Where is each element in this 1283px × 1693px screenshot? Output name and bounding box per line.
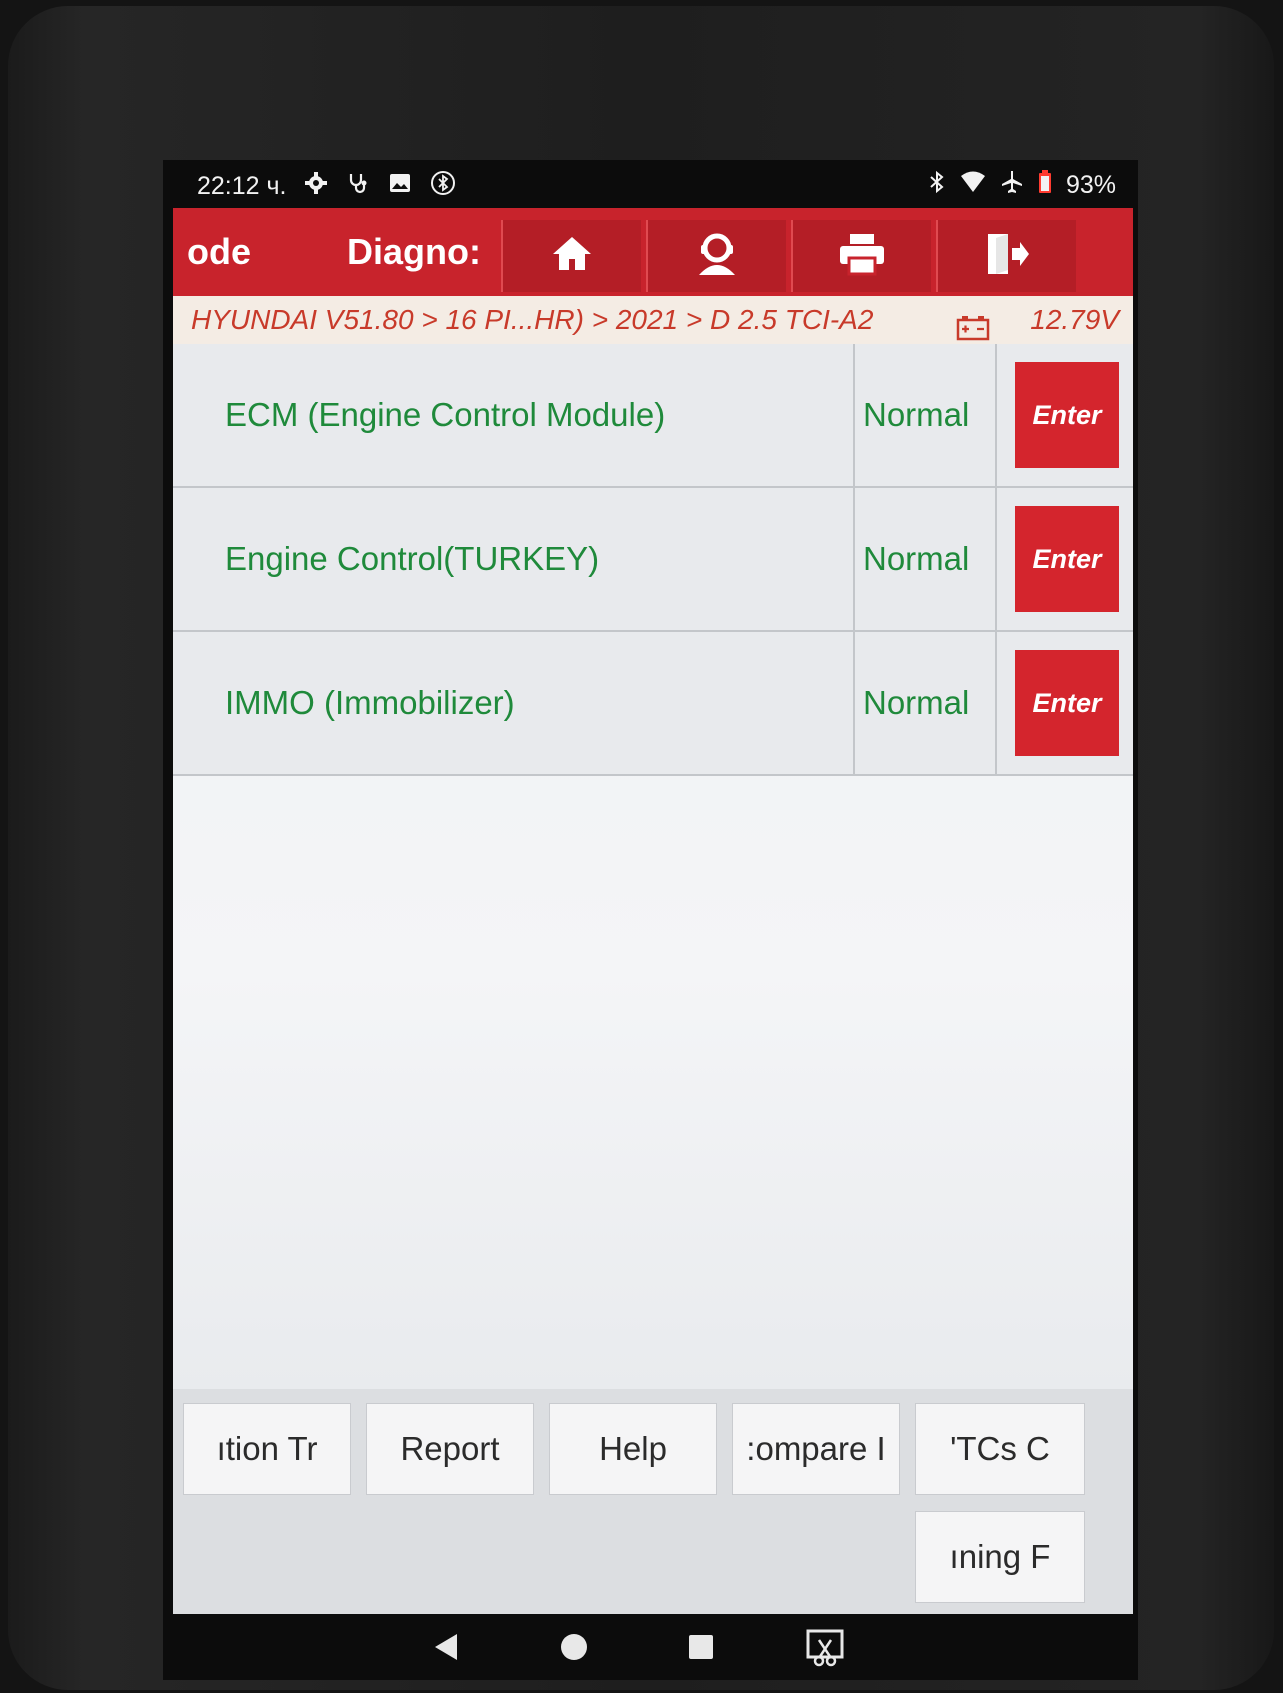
system-status: Normal	[863, 540, 970, 577]
bluetooth-icon	[928, 170, 946, 201]
tablet-screen: 22:12 ч. 93% ode Diagno: HYUNDAI V51.80 …	[163, 160, 1138, 1680]
column-divider	[853, 344, 855, 486]
tab-diagnose[interactable]: Diagno:	[347, 208, 497, 296]
system-list: ECM (Engine Control Module) Normal Enter…	[173, 344, 1133, 1389]
function-button-information[interactable]: ıtion Tr	[183, 1403, 351, 1495]
column-divider	[995, 488, 997, 630]
enter-button[interactable]: Enter	[1015, 362, 1119, 468]
airplane-icon	[1000, 170, 1024, 201]
support-button[interactable]	[646, 220, 786, 292]
breadcrumb-path: HYUNDAI V51.80 > 16 PI...HR) > 2021 > D …	[191, 304, 874, 335]
wifi-icon	[960, 171, 986, 200]
status-time: 22:12 ч.	[197, 172, 287, 200]
system-row: IMMO (Immobilizer) Normal Enter	[173, 632, 1133, 776]
stethoscope-icon	[346, 171, 370, 202]
exit-button[interactable]	[936, 220, 1076, 292]
battery-voltage: 12.79V	[1030, 304, 1119, 335]
home-icon	[550, 232, 594, 281]
system-name: ECM (Engine Control Module)	[225, 396, 666, 433]
screenshot-icon[interactable]	[805, 1628, 845, 1673]
tab-code[interactable]: ode	[187, 208, 307, 296]
system-row: Engine Control(TURKEY) Normal Enter	[173, 488, 1133, 632]
back-icon[interactable]	[433, 1632, 459, 1667]
learning-button[interactable]: ıning F	[915, 1511, 1085, 1603]
report-button[interactable]: Report	[366, 1403, 534, 1495]
clear-dtcs-button[interactable]: 'TCs C	[915, 1403, 1085, 1495]
vehicle-breadcrumb: HYUNDAI V51.80 > 16 PI...HR) > 2021 > D …	[173, 296, 1133, 344]
system-name: IMMO (Immobilizer)	[225, 684, 515, 721]
column-divider	[853, 632, 855, 774]
bluetooth-circle-icon	[430, 170, 456, 203]
gear-icon	[304, 171, 328, 202]
battery-icon	[1038, 170, 1052, 201]
system-row: ECM (Engine Control Module) Normal Enter	[173, 344, 1133, 488]
print-button[interactable]	[791, 220, 931, 292]
battery-percent: 93%	[1065, 171, 1116, 199]
home-button[interactable]	[501, 220, 641, 292]
enter-button[interactable]: Enter	[1015, 650, 1119, 756]
column-divider	[995, 632, 997, 774]
column-divider	[853, 488, 855, 630]
column-divider	[995, 344, 997, 486]
status-bar: 22:12 ч. 93%	[163, 160, 1138, 208]
top-toolbar: ode Diagno:	[173, 208, 1133, 296]
compare-button[interactable]: :ompare I	[732, 1403, 900, 1495]
help-button[interactable]: Help	[549, 1403, 717, 1495]
enter-button[interactable]: Enter	[1015, 506, 1119, 612]
system-name: Engine Control(TURKEY)	[225, 540, 600, 577]
android-nav-bar	[163, 1614, 1138, 1680]
image-icon	[388, 171, 412, 202]
system-status: Normal	[863, 684, 970, 721]
home-circle-icon[interactable]	[559, 1632, 589, 1667]
exit-icon	[984, 231, 1030, 282]
function-bar: ıtion Tr Report Help :ompare I 'TCs C ın…	[173, 1389, 1133, 1614]
support-icon	[693, 231, 741, 282]
recents-icon[interactable]	[687, 1633, 715, 1666]
system-status: Normal	[863, 396, 970, 433]
print-icon	[838, 232, 886, 281]
